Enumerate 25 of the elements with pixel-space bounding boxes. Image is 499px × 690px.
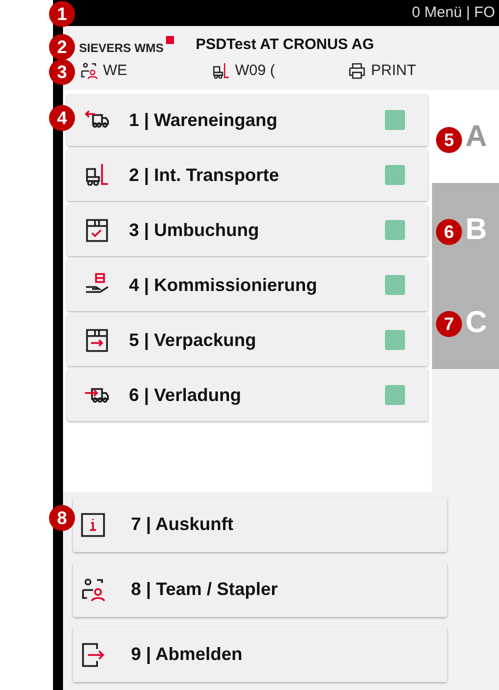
menu-item[interactable]: 6 | Verladung	[67, 369, 428, 421]
box-icon	[83, 216, 111, 244]
info-icon	[79, 510, 107, 538]
menu-status: 0 Menü | FO	[412, 2, 495, 23]
header-info: W09 (	[235, 61, 276, 81]
logout-icon	[79, 640, 107, 668]
logo-square-icon	[166, 36, 174, 44]
company-title: PSDTest AT CRONUS AG	[196, 35, 374, 55]
printer-icon	[347, 61, 367, 82]
menu-item[interactable]: 7 | Auskunft	[73, 497, 447, 552]
menu-item[interactable]: 9 | Abmelden	[73, 627, 447, 682]
header-info: PRINT	[371, 61, 416, 81]
brand-logo: SIEVERS WMS	[79, 40, 164, 57]
header-info: WE	[103, 61, 128, 81]
menu-item[interactable]: 3 | Umbuchung	[67, 204, 428, 256]
forklift-icon	[211, 61, 231, 82]
menu-item[interactable]: 1 | Wareneingang	[67, 94, 428, 146]
forklift-icon	[83, 161, 111, 189]
menu-item[interactable]: 2 | Int. Transporte	[67, 149, 428, 201]
menu-item[interactable]: 8 | Team / Stapler	[73, 562, 447, 617]
menu-item[interactable]: 5 | Verpackung	[67, 314, 428, 366]
box-icon	[83, 326, 111, 354]
team-icon	[79, 576, 107, 604]
menu-item[interactable]: 4 | Kommissionierung	[67, 259, 428, 311]
team-icon	[79, 61, 99, 82]
